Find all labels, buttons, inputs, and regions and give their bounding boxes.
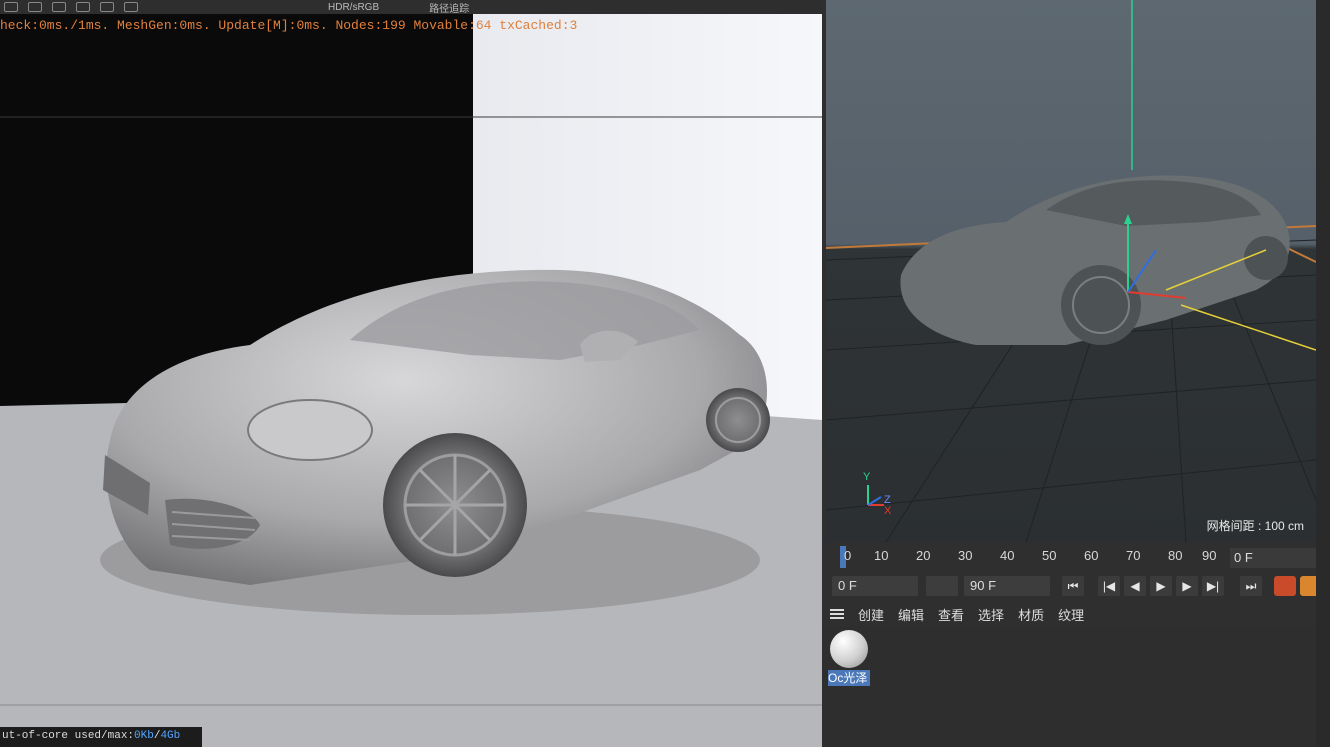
3d-viewport[interactable]: Y Z X 网格间距 : 100 cm <box>826 0 1316 542</box>
c4d-right-panel: Y Z X 网格间距 : 100 cm 0 10 20 30 40 50 60 … <box>822 0 1330 747</box>
axis-y-label: Y <box>863 471 871 483</box>
stop-icon[interactable] <box>100 2 114 12</box>
ooc-max: 4Gb <box>160 730 181 742</box>
material-manager-area[interactable]: Oc光泽 <box>822 626 1330 747</box>
tick-label: 50 <box>1042 548 1057 563</box>
hamburger-menu-icon[interactable] <box>830 609 844 619</box>
go-start-button[interactable]: ⏮ <box>1062 576 1084 596</box>
refresh-icon[interactable] <box>4 2 18 12</box>
menu-select[interactable]: 选择 <box>978 605 1004 624</box>
tick-label: 0 <box>844 548 852 563</box>
octane-render-view[interactable]: HDR/sRGB 路径追踪 heck:0ms./1ms. MeshGen:0ms… <box>0 0 822 747</box>
start-frame-field[interactable]: 0 F <box>832 576 918 596</box>
tick-label: 60 <box>1084 548 1099 563</box>
menu-create[interactable]: 创建 <box>858 605 884 624</box>
material-name-label[interactable]: Oc光泽 <box>828 670 870 686</box>
tick-label: 20 <box>916 548 931 563</box>
gear-icon[interactable] <box>76 2 90 12</box>
ooc-label: ut-of-core used/max: <box>2 730 135 742</box>
material-preview-ball[interactable] <box>830 630 868 668</box>
render-toolbar: HDR/sRGB 路径追踪 <box>0 0 822 14</box>
region-icon[interactable] <box>52 2 66 12</box>
next-frame-button[interactable]: ▶ <box>1176 576 1198 596</box>
reset-icon[interactable] <box>28 2 42 12</box>
range-slider[interactable] <box>926 576 958 596</box>
tick-label: 80 <box>1168 548 1183 563</box>
menu-view[interactable]: 查看 <box>938 605 964 624</box>
grid-spacing-label: 网格间距 : 100 cm <box>1206 519 1304 533</box>
tick-label: 70 <box>1126 548 1141 563</box>
viewport-scene: Y Z X <box>826 0 1316 542</box>
tick-label: 30 <box>958 548 973 563</box>
go-end-button[interactable]: ⏭ <box>1240 576 1262 596</box>
tick-label: 40 <box>1000 548 1015 563</box>
menu-texture[interactable]: 纹理 <box>1058 605 1084 624</box>
axis-x-label: X <box>884 505 892 517</box>
attribute-panel-edge <box>1316 0 1330 747</box>
prev-key-button[interactable]: |◀ <box>1098 576 1120 596</box>
color-space-dropdown[interactable]: HDR/sRGB <box>328 2 379 13</box>
render-image <box>0 0 822 747</box>
ooc-used: 0Kb <box>134 730 154 742</box>
render-mode-dropdown[interactable]: 路径追踪 <box>429 0 469 15</box>
tick-label: 10 <box>874 548 889 563</box>
material-menu-bar: 创建 编辑 查看 选择 材质 纹理 <box>822 602 1330 626</box>
menu-edit[interactable]: 编辑 <box>898 605 924 624</box>
record-keys-icon[interactable] <box>1274 576 1296 596</box>
prev-frame-button[interactable]: ◀ <box>1124 576 1146 596</box>
current-frame-field[interactable]: 0 F <box>1230 548 1326 568</box>
next-key-button[interactable]: ▶| <box>1202 576 1224 596</box>
menu-material[interactable]: 材质 <box>1018 605 1044 624</box>
end-frame-field[interactable]: 90 F <box>964 576 1050 596</box>
lock-icon[interactable] <box>124 2 138 12</box>
tick-label: 90 <box>1202 548 1217 563</box>
render-stats: heck:0ms./1ms. MeshGen:0ms. Update[M]:0m… <box>0 18 578 33</box>
timeline-ruler[interactable]: 0 10 20 30 40 50 60 70 80 90 0 F <box>822 544 1330 570</box>
out-of-core-status: ut-of-core used/max:0Kb/4Gb <box>0 727 202 747</box>
transport-bar: 0 F 90 F ⏮ |◀ ◀ ▶ ▶ ▶| ⏭ <box>822 572 1330 600</box>
play-button[interactable]: ▶ <box>1150 576 1172 596</box>
